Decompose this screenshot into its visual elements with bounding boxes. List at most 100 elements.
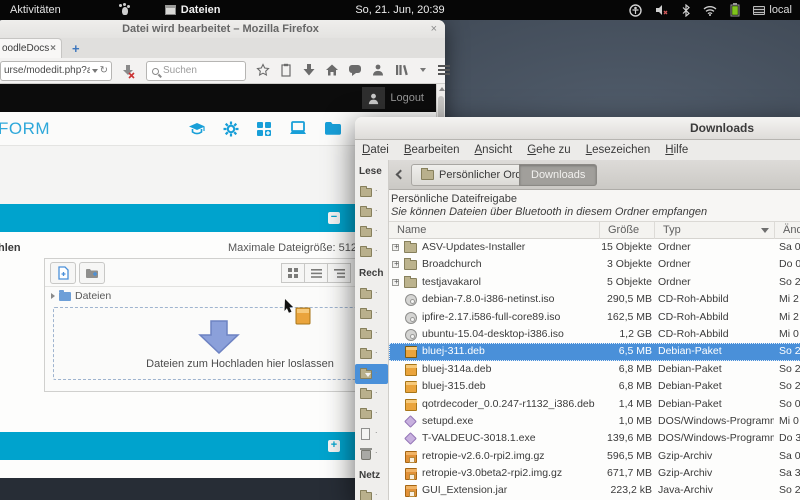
- menu-icon[interactable]: [437, 64, 451, 76]
- battery-icon[interactable]: [730, 3, 740, 17]
- table-row[interactable]: retropie-v3.0beta2-rpi2.img.gz 671,7 MB …: [389, 465, 800, 482]
- sidebar-entry[interactable]: [355, 222, 388, 242]
- bluetooth-icon[interactable]: [682, 4, 690, 17]
- browser-tab[interactable]: oodleDocs ×: [0, 38, 62, 58]
- column-header-type[interactable]: Typ: [655, 222, 775, 239]
- place-icon: [359, 226, 374, 238]
- logout-link[interactable]: Logout: [390, 84, 424, 112]
- menu-item[interactable]: Hilfe: [665, 144, 688, 156]
- table-row[interactable]: debian-7.8.0-i386-netinst.iso 290,5 MB C…: [389, 291, 800, 308]
- fm-titlebar[interactable]: Downloads: [355, 117, 800, 140]
- sidebar-entry[interactable]: [355, 424, 388, 444]
- graduation-cap-icon[interactable]: [188, 121, 206, 137]
- tab-close-icon[interactable]: ×: [50, 39, 56, 58]
- close-icon[interactable]: ×: [431, 20, 437, 38]
- table-row[interactable]: retropie-v2.6.0-rpi2.img.gz 596,5 MB Gzi…: [389, 448, 800, 465]
- cell-size: 6,5 MB: [539, 343, 652, 360]
- sidebar-entry[interactable]: [355, 324, 388, 344]
- sidebar-entry[interactable]: [355, 202, 388, 222]
- table-row[interactable]: qotrdecoder_0.0.247-r1132_i386.deb 1,4 M…: [389, 396, 800, 413]
- table-row[interactable]: Broadchurch 3 Objekte Ordner Do 0: [389, 256, 800, 273]
- share-icon[interactable]: [371, 63, 385, 77]
- sidebar-entry[interactable]: [355, 344, 388, 364]
- cell-modified: Mi 0: [779, 413, 800, 430]
- expand-section-button[interactable]: +: [328, 440, 340, 452]
- new-tab-button[interactable]: +: [72, 41, 80, 56]
- home-icon[interactable]: [325, 63, 339, 77]
- list-view-button[interactable]: [304, 263, 328, 283]
- moodle-brand[interactable]: FORM: [0, 119, 50, 139]
- apps-grid-icon[interactable]: [256, 121, 272, 137]
- gear-icon[interactable]: [223, 121, 239, 137]
- filepicker-path[interactable]: Dateien: [51, 290, 111, 302]
- download-blocked-icon[interactable]: [120, 63, 136, 79]
- menu-item[interactable]: Gehe zu: [527, 144, 570, 156]
- table-row[interactable]: bluej-311.deb 6,5 MB Debian-Paket So 2: [389, 343, 800, 360]
- sidebar-entry[interactable]: Netz: [355, 464, 388, 486]
- library-icon[interactable]: [394, 63, 409, 77]
- column-header-modified[interactable]: Änd: [775, 222, 800, 239]
- menu-item[interactable]: Lesezeichen: [586, 144, 651, 156]
- accessibility-icon[interactable]: [629, 4, 642, 17]
- cell-type: Java-Archiv: [658, 482, 774, 499]
- table-row[interactable]: bluej-314a.deb 6,8 MB Debian-Paket So 2: [389, 361, 800, 378]
- chevron-down-icon[interactable]: [92, 69, 98, 73]
- sidebar-entry[interactable]: [355, 404, 388, 424]
- cell-type: Gzip-Archiv: [658, 465, 774, 482]
- grid-view-button[interactable]: [281, 263, 305, 283]
- bookmark-star-icon[interactable]: [256, 63, 270, 77]
- collapse-section-button[interactable]: −: [328, 212, 340, 224]
- back-icon[interactable]: [396, 170, 406, 180]
- chat-icon[interactable]: [348, 63, 362, 77]
- expander-icon[interactable]: [392, 279, 399, 286]
- scroll-up-icon[interactable]: [439, 87, 445, 91]
- url-bar[interactable]: urse/modedit.php?ad ↻: [0, 61, 112, 81]
- menu-item[interactable]: Bearbeiten: [404, 144, 460, 156]
- chevron-down-icon[interactable]: [420, 68, 426, 72]
- sidebar-entry[interactable]: [355, 486, 388, 500]
- cell-size: 162,5 MB: [539, 309, 652, 326]
- breadcrumb-current-button[interactable]: Downloads: [519, 164, 597, 186]
- sidebar-entry[interactable]: [355, 444, 388, 464]
- sidebar-entry[interactable]: [355, 304, 388, 324]
- sidebar-entry[interactable]: [355, 182, 388, 202]
- table-row[interactable]: ubuntu-15.04-desktop-i386.iso 1,2 GB CD-…: [389, 326, 800, 343]
- table-row[interactable]: T-VALDEUC-3018.1.exe 139,6 MB DOS/Window…: [389, 430, 800, 447]
- table-row[interactable]: ASV-Updates-Installer 15 Objekte Ordner …: [389, 239, 800, 256]
- table-row[interactable]: bluej-315.deb 6,8 MB Debian-Paket So 2: [389, 378, 800, 395]
- file-type-icon: [404, 311, 418, 324]
- downloads-icon[interactable]: [302, 63, 316, 77]
- laptop-icon[interactable]: [289, 121, 307, 136]
- reading-list-icon[interactable]: [279, 63, 293, 77]
- column-header-name[interactable]: Name: [389, 222, 600, 239]
- reload-icon[interactable]: ↻: [100, 62, 108, 80]
- sidebar-entry[interactable]: [355, 384, 388, 404]
- avatar[interactable]: [362, 87, 385, 109]
- table-row[interactable]: setupd.exe 1,0 MB DOS/Windows-Programm M…: [389, 413, 800, 430]
- tree-view-button[interactable]: [327, 263, 351, 283]
- cell-modified: So 2: [779, 343, 800, 360]
- breadcrumb-current-label: Downloads: [531, 169, 585, 181]
- create-folder-button[interactable]: [79, 262, 105, 284]
- sidebar-entry[interactable]: [355, 242, 388, 262]
- sidebar-section-label: Rech: [359, 268, 383, 279]
- table-row[interactable]: ipfire-2.17.i586-full-core89.iso 162,5 M…: [389, 309, 800, 326]
- column-header-size[interactable]: Größe: [600, 222, 655, 239]
- expander-icon[interactable]: [392, 261, 399, 268]
- menu-item[interactable]: Ansicht: [475, 144, 513, 156]
- keyboard-layout-indicator[interactable]: local: [753, 4, 792, 16]
- table-row[interactable]: testjavakarol 5 Objekte Ordner So 2: [389, 274, 800, 291]
- folder-icon[interactable]: [324, 121, 341, 135]
- add-file-button[interactable]: [50, 262, 76, 284]
- volume-muted-icon[interactable]: [655, 4, 669, 16]
- sidebar-entry[interactable]: Lese: [355, 160, 388, 182]
- sidebar-entry[interactable]: [355, 284, 388, 304]
- sidebar-entry[interactable]: Rech: [355, 262, 388, 284]
- menu-item[interactable]: Datei: [362, 144, 389, 156]
- search-input[interactable]: Suchen: [146, 61, 246, 81]
- table-row[interactable]: GUI_Extension.jar 223,2 kB Java-Archiv S…: [389, 482, 800, 499]
- expander-icon[interactable]: [392, 244, 399, 251]
- sidebar-entry[interactable]: [355, 364, 388, 384]
- firefox-titlebar[interactable]: Datei wird bearbeitet – Mozilla Firefox …: [0, 20, 445, 38]
- wifi-icon[interactable]: [703, 5, 717, 16]
